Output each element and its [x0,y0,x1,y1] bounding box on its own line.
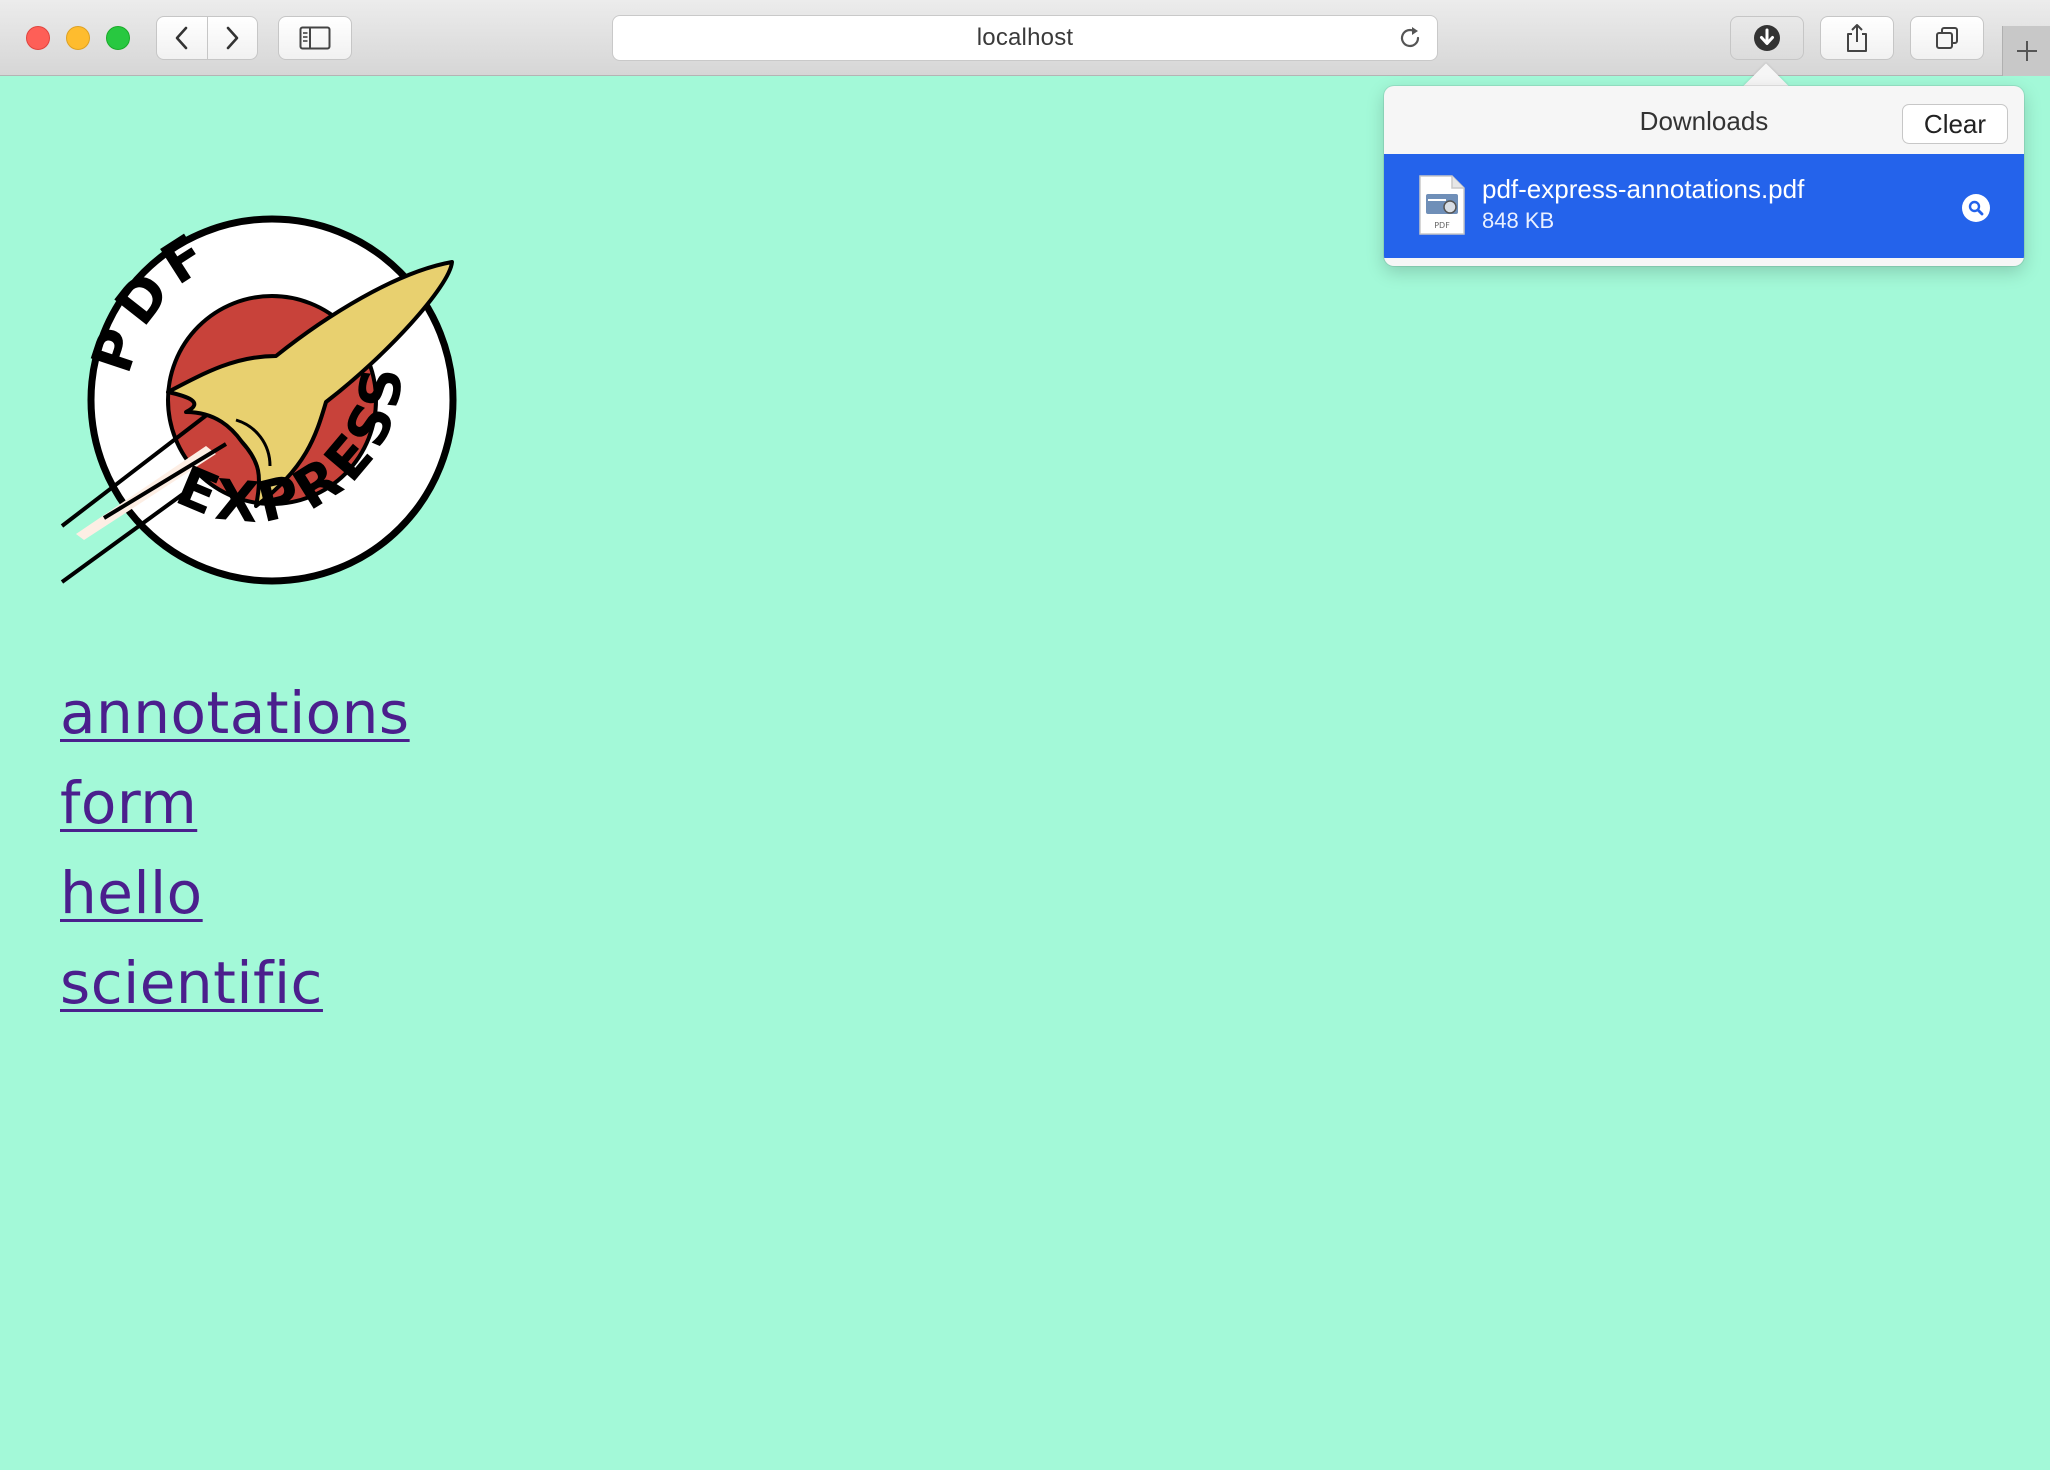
browser-toolbar: localhost [0,0,2050,76]
back-icon [175,26,188,50]
pdf-file-icon: PDF [1419,175,1465,235]
pdf-icon-label: PDF [1434,221,1450,230]
download-icon [1754,25,1780,51]
share-icon [1847,24,1867,52]
example-links: annotations form hello scientific [60,668,410,1028]
tab-overview-button[interactable] [1910,16,1984,60]
zoom-window-button[interactable] [106,26,130,50]
forward-button[interactable] [206,17,257,59]
address-url: localhost [976,24,1074,51]
minimize-window-button[interactable] [66,26,90,50]
tabs-overview-icon [1936,27,1958,49]
pdf-express-logo: PDF EXPRESS [60,215,457,585]
magnifier-icon [1968,200,1984,216]
downloads-header: Downloads Clear [1384,86,2024,154]
navigation-buttons [156,16,258,60]
downloads-popover: Downloads Clear PDF pdf-express-annotati… [1384,86,2024,266]
download-file-size: 848 KB [1482,208,1555,233]
link-annotations[interactable]: annotations [60,668,410,758]
reload-icon[interactable] [1397,25,1423,51]
clear-downloads-button[interactable]: Clear [1902,104,2008,144]
address-bar[interactable]: localhost [612,15,1438,61]
sidebar-icon [299,26,331,50]
share-button[interactable] [1820,16,1894,60]
forward-icon [227,26,239,50]
browser-window: localhost PDF EXPRESS annotations form h… [0,0,2050,1470]
download-file-name: pdf-express-annotations.pdf [1482,174,1805,204]
new-tab-button[interactable] [2002,26,2050,76]
close-window-button[interactable] [26,26,50,50]
downloads-button[interactable] [1730,16,1804,60]
link-scientific[interactable]: scientific [60,938,410,1028]
link-hello[interactable]: hello [60,848,410,938]
plus-icon [2016,41,2037,61]
reveal-in-finder-button[interactable] [1962,194,1990,222]
back-button[interactable] [157,17,207,59]
link-form[interactable]: form [60,758,410,848]
sidebar-button[interactable] [278,16,352,60]
download-item[interactable]: PDF pdf-express-annotations.pdf 848 KB [1384,154,2024,258]
